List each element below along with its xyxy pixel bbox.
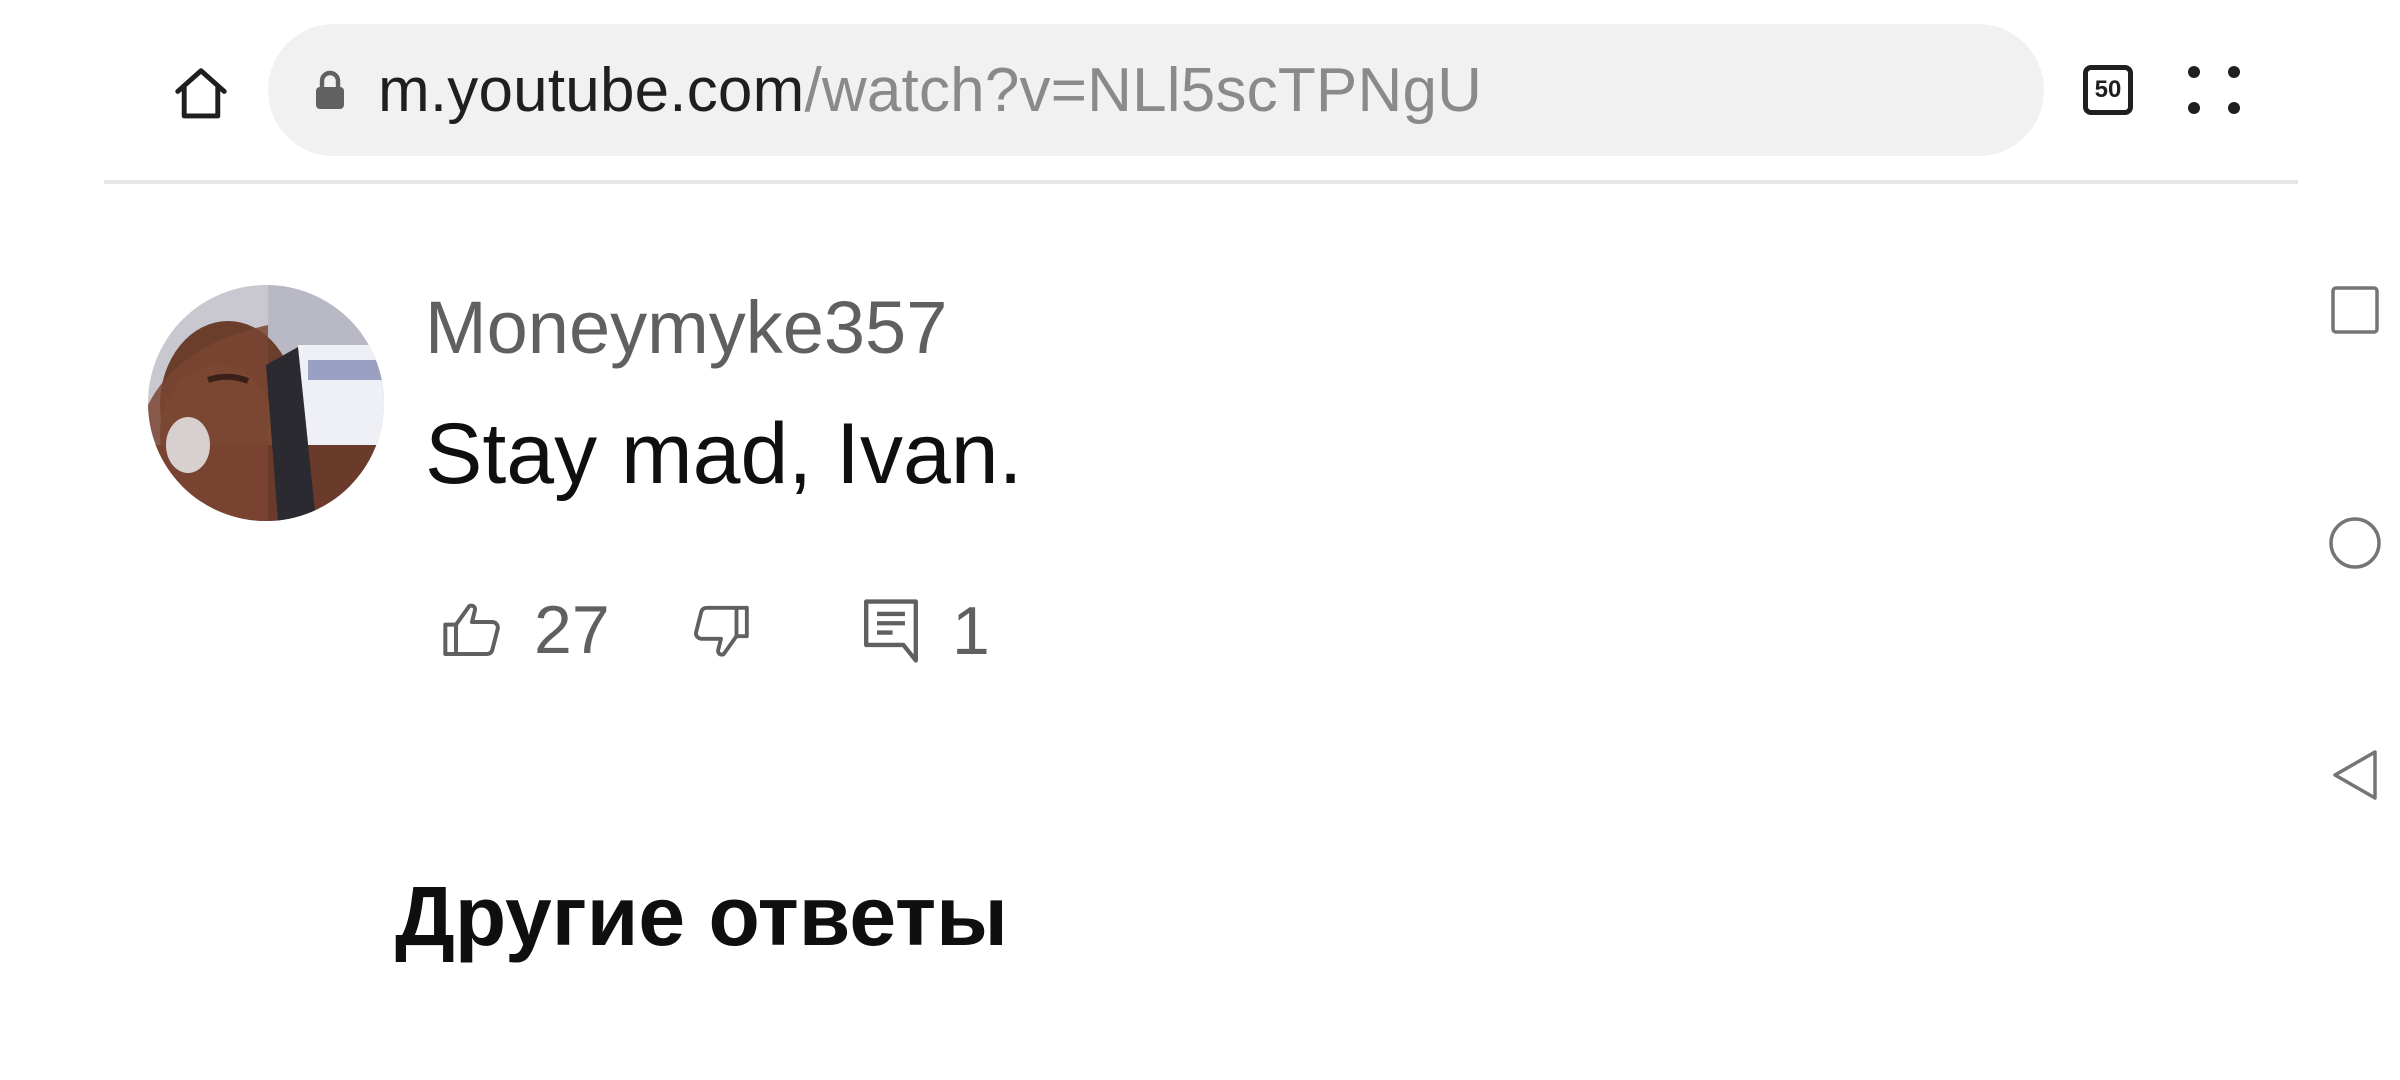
thumbs-up-icon [443,603,500,656]
system-home-button[interactable] [2320,508,2390,578]
recents-icon [2331,286,2379,334]
toolbar-divider [104,180,2298,184]
lock-icon [310,67,350,113]
comment-author[interactable]: Moneymyke357 [425,285,947,370]
recents-button[interactable] [2320,275,2390,345]
home-icon [175,68,227,119]
address-bar[interactable]: m.youtube.com/watch?v=NLl5scTPNgU [268,24,2044,156]
url-host: m.youtube.com [378,55,805,125]
like-button[interactable]: 27 [440,592,610,668]
tab-count: 50 [2083,65,2133,115]
url-path: /watch?v=NLl5scTPNgU [804,55,1483,125]
more-options-icon[interactable] [2184,60,2244,120]
dislike-button[interactable] [690,597,752,665]
browser-home-button[interactable] [162,55,240,133]
like-count: 27 [534,592,610,668]
reply-count: 1 [952,593,990,669]
reply-button[interactable]: 1 [860,593,990,669]
tab-switcher-button[interactable]: 50 [2078,60,2138,120]
comment-text: Stay mad, Ivan. [425,406,1023,502]
back-icon [2333,750,2377,800]
thumbs-down-icon [694,605,749,657]
comment-icon [864,599,918,663]
page: m.youtube.com/watch?v=NLl5scTPNgU 50 Mon… [0,0,2400,1080]
avatar[interactable] [148,285,384,521]
other-replies-heading: Другие ответы [395,869,1008,963]
url-text: m.youtube.com/watch?v=NLl5scTPNgU [378,55,1482,126]
back-button[interactable] [2320,740,2390,810]
home-circle-icon [2329,517,2381,569]
